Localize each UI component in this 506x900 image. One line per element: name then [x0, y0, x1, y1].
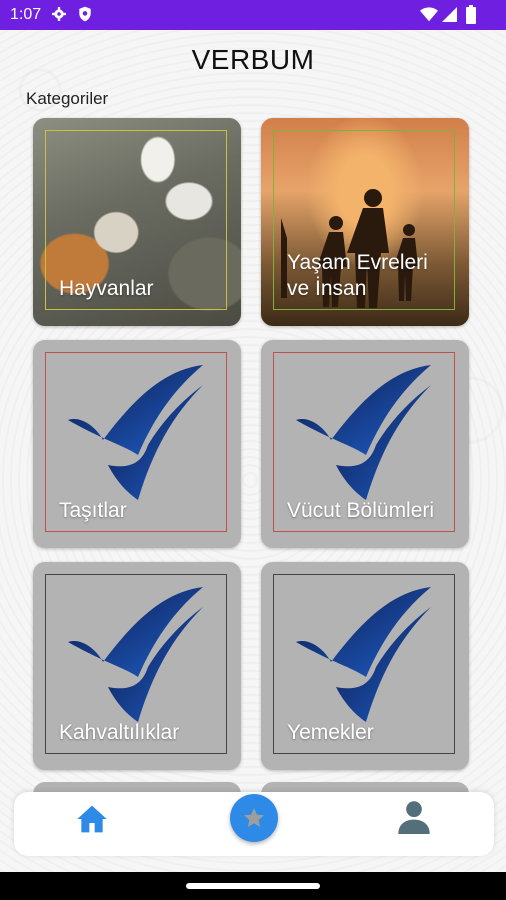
- category-label: Vücut Bölümleri: [287, 499, 435, 522]
- gear-icon: [52, 7, 66, 21]
- category-card-body-parts[interactable]: Vücut Bölümleri: [261, 340, 469, 548]
- category-label: Hayvanlar: [59, 277, 154, 300]
- shield-icon: [79, 6, 91, 22]
- star-icon: [244, 808, 264, 827]
- app-title: VERBUM: [191, 44, 315, 75]
- profile-icon[interactable]: [398, 800, 430, 834]
- section-label-categories: Kategoriler: [26, 89, 109, 108]
- status-bar: 1:07: [0, 0, 506, 30]
- category-label: Yemekler: [287, 721, 374, 744]
- category-card-breakfast[interactable]: Kahvaltılıklar: [33, 562, 241, 770]
- category-label: Taşıtlar: [59, 499, 127, 522]
- home-gesture-handle[interactable]: [186, 883, 320, 889]
- home-icon[interactable]: [76, 804, 108, 834]
- category-card-animals[interactable]: Hayvanlar: [33, 118, 241, 326]
- bottom-navigation: [14, 792, 494, 856]
- category-label: Yaşam Evreleri ve İnsan: [287, 251, 428, 300]
- wifi-icon: [420, 7, 438, 22]
- system-navigation-bar: [0, 872, 506, 900]
- category-card-vehicles[interactable]: Taşıtlar: [33, 340, 241, 548]
- signal-icon: [442, 7, 457, 22]
- category-card-meals[interactable]: Yemekler: [261, 562, 469, 770]
- status-time: 1:07: [10, 6, 42, 23]
- category-card-life-stages[interactable]: Yaşam Evreleri ve İnsan: [261, 118, 469, 326]
- favorites-button[interactable]: [230, 794, 278, 842]
- category-label: Kahvaltılıklar: [59, 721, 180, 744]
- battery-icon: [466, 5, 476, 24]
